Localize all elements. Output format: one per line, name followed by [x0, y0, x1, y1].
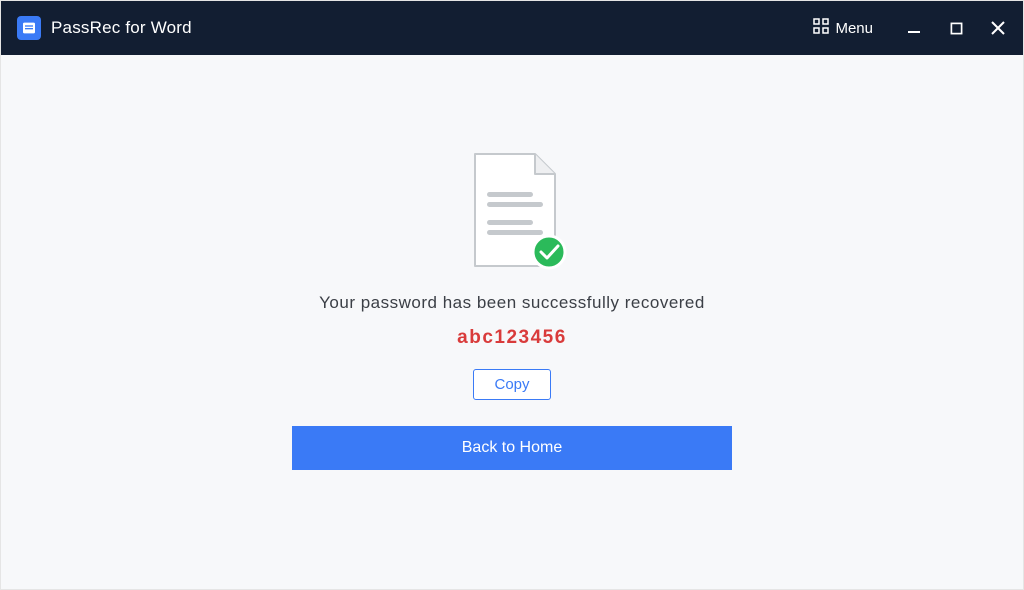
minimize-button[interactable]	[905, 19, 923, 37]
success-message: Your password has been successfully reco…	[319, 293, 705, 313]
back-to-home-button[interactable]: Back to Home	[292, 426, 732, 470]
app-icon	[17, 16, 41, 40]
content-area: Your password has been successfully reco…	[1, 55, 1023, 589]
app-title: PassRec for Word	[51, 18, 192, 38]
copy-button[interactable]: Copy	[473, 369, 550, 400]
menu-label: Menu	[835, 20, 873, 37]
titlebar: PassRec for Word Menu	[1, 1, 1023, 55]
titlebar-right: Menu	[813, 18, 1007, 38]
close-button[interactable]	[989, 19, 1007, 37]
maximize-button[interactable]	[947, 19, 965, 37]
app-window: PassRec for Word Menu	[0, 0, 1024, 590]
titlebar-left: PassRec for Word	[17, 16, 192, 40]
window-controls	[905, 19, 1007, 37]
document-success-icon	[467, 150, 557, 265]
recovered-password: abc123456	[457, 327, 567, 349]
menu-button[interactable]: Menu	[813, 18, 873, 38]
menu-grid-icon	[813, 18, 829, 38]
